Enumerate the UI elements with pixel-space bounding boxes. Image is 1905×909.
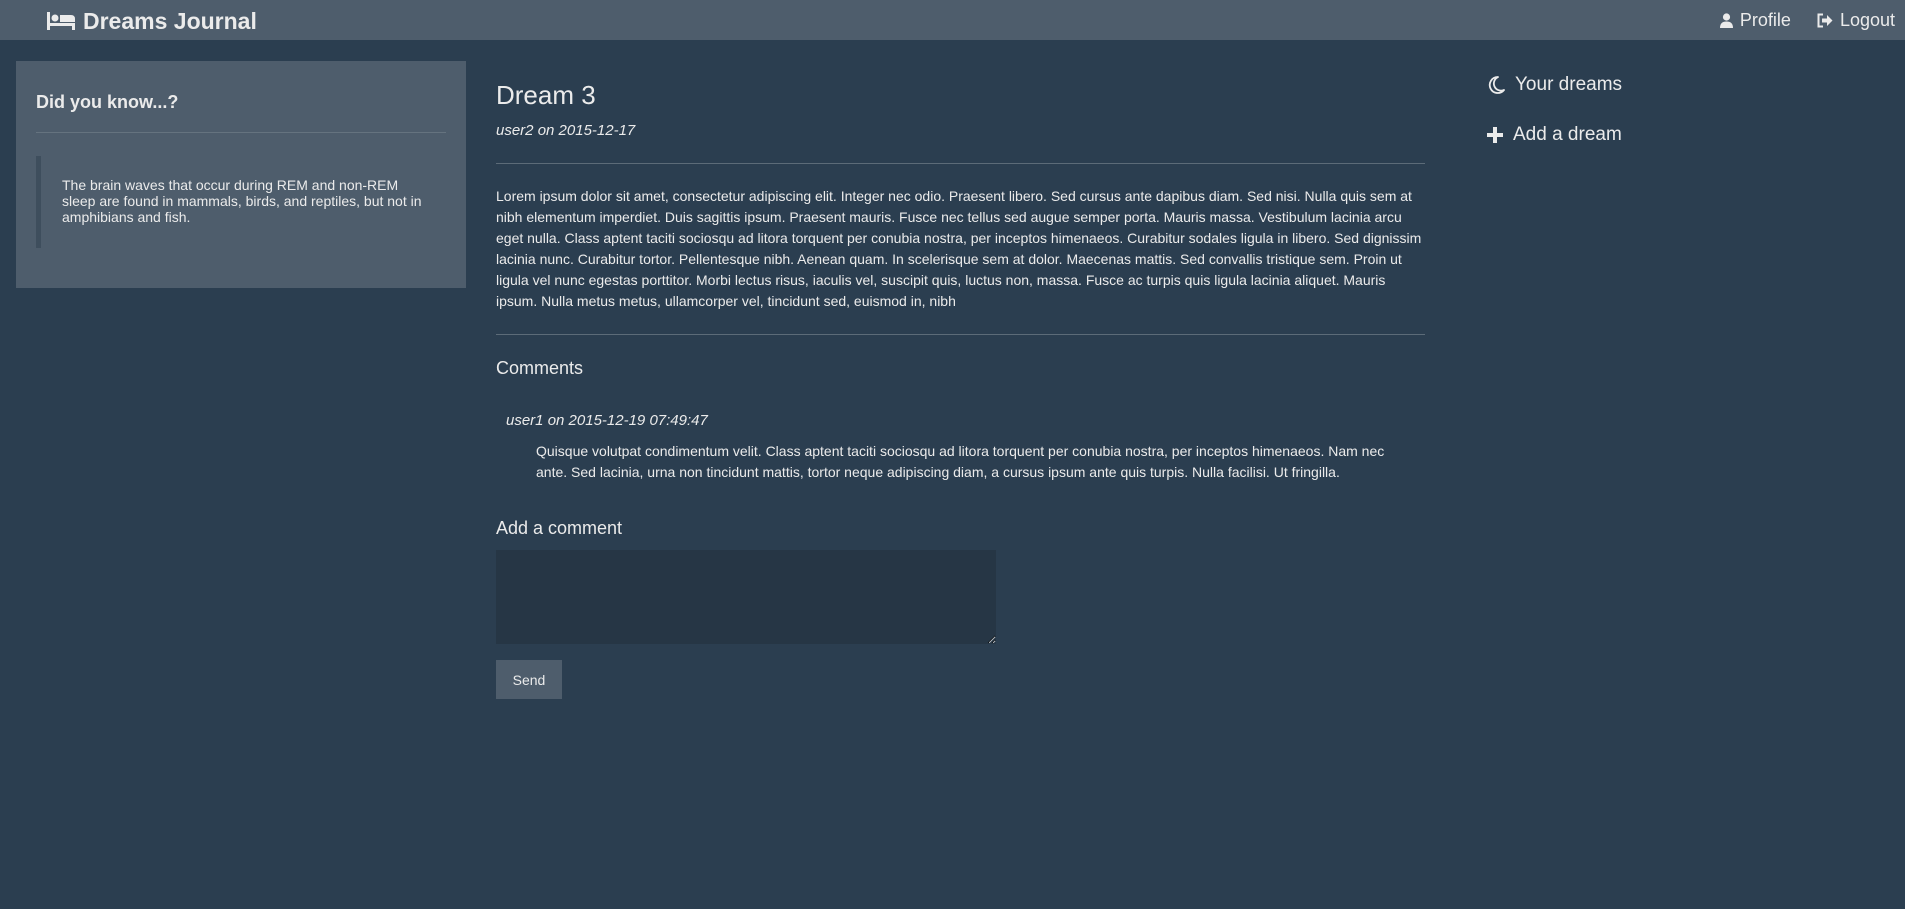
- profile-label: Profile: [1739, 10, 1791, 30]
- dream-body: Lorem ipsum dolor sit amet, consectetur …: [496, 188, 1422, 309]
- fact-text: The brain waves that occur during REM an…: [62, 177, 422, 225]
- comment-text: Quisque volutpat condimentum velit. Clas…: [536, 443, 1385, 480]
- your-dreams-label: Your dreams: [1515, 74, 1623, 95]
- logout-label: Logout: [1839, 10, 1895, 30]
- moon-icon: [1488, 76, 1505, 94]
- comments-heading: Comments: [496, 358, 584, 378]
- brand-title: Dreams Journal: [83, 7, 257, 34]
- right-nav: Your dreams Add a dream: [1487, 72, 1622, 172]
- user-icon: [1719, 13, 1733, 28]
- add-dream-link[interactable]: Add a dream: [1487, 122, 1622, 148]
- fact-quote: The brain waves that occur during REM an…: [36, 156, 436, 248]
- divider: [496, 334, 1425, 335]
- logout-link[interactable]: Logout: [1817, 10, 1895, 31]
- profile-link[interactable]: Profile: [1719, 10, 1791, 31]
- top-navbar: Dreams Journal Profile Logout: [0, 0, 1905, 40]
- logout-icon: [1817, 13, 1833, 28]
- comment-meta: user1 on 2015-12-19 07:49:47: [506, 412, 708, 429]
- brand-link[interactable]: Dreams Journal: [47, 8, 257, 34]
- dream-meta: user2 on 2015-12-17: [496, 122, 636, 139]
- bed-icon: [47, 12, 75, 30]
- your-dreams-link[interactable]: Your dreams: [1487, 72, 1622, 98]
- panel-title: Did you know...?: [36, 92, 179, 112]
- add-comment-heading: Add a comment: [496, 518, 623, 538]
- panel-divider: [36, 132, 446, 133]
- did-you-know-panel: Did you know...? The brain waves that oc…: [16, 61, 466, 288]
- plus-icon: [1487, 127, 1503, 143]
- divider: [496, 163, 1425, 164]
- add-dream-label: Add a dream: [1513, 124, 1622, 145]
- send-button[interactable]: Send: [496, 660, 562, 699]
- dream-title: Dream 3: [496, 80, 596, 110]
- comment-textarea[interactable]: [496, 550, 996, 644]
